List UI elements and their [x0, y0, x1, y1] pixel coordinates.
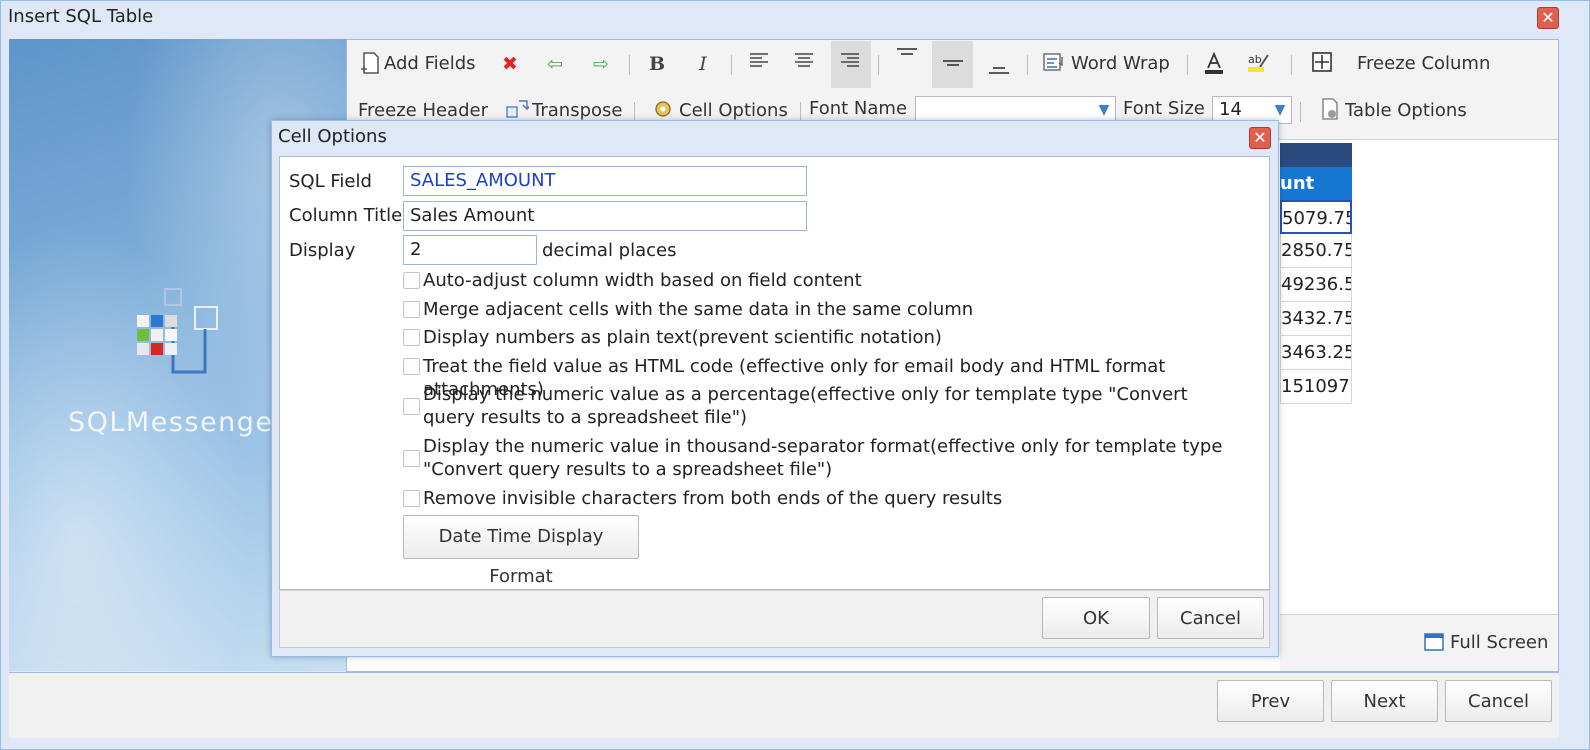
decimal-places-input[interactable]: 2 [403, 235, 537, 265]
valign-middle-icon[interactable] [939, 51, 967, 77]
toolbar-separator [1300, 102, 1301, 122]
freeze-column-icon[interactable] [1308, 51, 1336, 77]
move-left-icon[interactable]: ⇦ [541, 51, 569, 77]
dialog-cancel-button[interactable]: Cancel [1157, 597, 1264, 639]
ok-button[interactable]: OK [1042, 597, 1150, 639]
toolbar-separator [634, 102, 635, 122]
option-checkbox[interactable] [403, 272, 420, 289]
toolbar-separator [731, 55, 732, 75]
italic-icon[interactable]: I [689, 51, 717, 77]
dialog-close-button[interactable]: ✕ [1249, 127, 1271, 149]
font-name-label: Font Name [809, 98, 908, 119]
table-cell[interactable]: 3463.25 [1280, 336, 1352, 370]
option-checkbox[interactable] [403, 358, 420, 375]
table-cell[interactable]: 3432.75 [1280, 302, 1352, 336]
table-cell[interactable]: 2850.75 [1280, 234, 1352, 268]
sql-field-label: SQL Field [289, 171, 372, 192]
word-wrap-icon[interactable] [1040, 51, 1068, 77]
full-screen-button[interactable]: Full Screen [1450, 632, 1548, 653]
option-label: Display the numeric value in thousand-se… [423, 436, 1223, 480]
align-right-icon[interactable] [836, 51, 864, 77]
column-title-input[interactable]: Sales Amount [403, 201, 807, 231]
option-checkbox[interactable] [403, 490, 420, 507]
toolbar-separator [1291, 55, 1292, 75]
add-fields-icon[interactable] [356, 51, 384, 77]
table-column-header[interactable]: unt [1280, 167, 1352, 201]
option-checkbox[interactable] [403, 398, 420, 415]
freeze-header-button[interactable]: Freeze Header [358, 100, 488, 121]
cell-options-button[interactable]: Cell Options [679, 100, 788, 121]
display-label: Display [289, 240, 356, 261]
sql-field-input[interactable]: SALES_AMOUNT [403, 166, 807, 196]
add-fields-button[interactable]: Add Fields [384, 53, 476, 74]
window-title: Insert SQL Table [8, 6, 154, 27]
next-button[interactable]: Next [1331, 680, 1438, 722]
toolbar-separator [800, 102, 801, 122]
font-size-label: Font Size [1123, 98, 1205, 119]
font-color-icon[interactable] [1200, 51, 1228, 77]
prev-button[interactable]: Prev [1217, 680, 1324, 722]
align-center-icon[interactable] [790, 51, 818, 77]
align-left-icon[interactable] [745, 51, 773, 77]
option-label: Display the numeric value as a percentag… [423, 384, 1188, 428]
table-options-button[interactable]: Table Options [1345, 100, 1467, 121]
freeze-column-button[interactable]: Freeze Column [1357, 53, 1490, 74]
dialog-title: Cell Options [278, 126, 387, 147]
bold-icon[interactable]: B [643, 51, 671, 77]
table-cell[interactable]: 49236.5 [1280, 268, 1352, 302]
option-label: Auto-adjust column width based on field … [423, 270, 862, 291]
column-title-label: Column Title [289, 205, 403, 226]
option-label: Merge adjacent cells with the same data … [423, 299, 974, 320]
full-screen-icon[interactable] [1424, 633, 1444, 656]
date-time-format-button[interactable]: Date Time Display Format [403, 515, 639, 587]
decimal-places-suffix: decimal places [542, 240, 677, 261]
cancel-button[interactable]: Cancel [1445, 680, 1552, 722]
valign-bottom-icon[interactable] [985, 57, 1013, 83]
wizard-footer [9, 672, 1559, 738]
toolbar-separator [1027, 55, 1028, 75]
window-close-button[interactable]: ✕ [1537, 7, 1559, 29]
option-label: Display numbers as plain text(prevent sc… [423, 327, 942, 348]
toolbar-separator [878, 55, 879, 75]
table-options-icon[interactable] [1316, 97, 1344, 123]
word-wrap-button[interactable]: Word Wrap [1071, 53, 1170, 74]
delete-icon[interactable]: ✖ [496, 51, 524, 77]
valign-top-icon[interactable] [893, 45, 921, 71]
logo-icon [137, 288, 218, 374]
svg-text:ab: ab [1248, 53, 1262, 66]
highlight-icon[interactable]: ab [1245, 51, 1273, 77]
table-cell[interactable]: 151097 [1280, 370, 1352, 404]
option-checkbox[interactable] [403, 450, 420, 467]
brand-name: SQLMessenger [68, 407, 287, 438]
move-right-icon[interactable]: ⇨ [587, 51, 615, 77]
option-label: Remove invisible characters from both en… [423, 488, 1003, 509]
transpose-button[interactable]: Transpose [532, 100, 622, 121]
table-header-band [1280, 143, 1352, 167]
option-checkbox[interactable] [403, 301, 420, 318]
option-checkbox[interactable] [403, 329, 420, 346]
table-cell[interactable]: 5079.75 [1280, 200, 1352, 234]
toolbar-separator [629, 55, 630, 75]
toolbar-separator [1187, 55, 1188, 75]
